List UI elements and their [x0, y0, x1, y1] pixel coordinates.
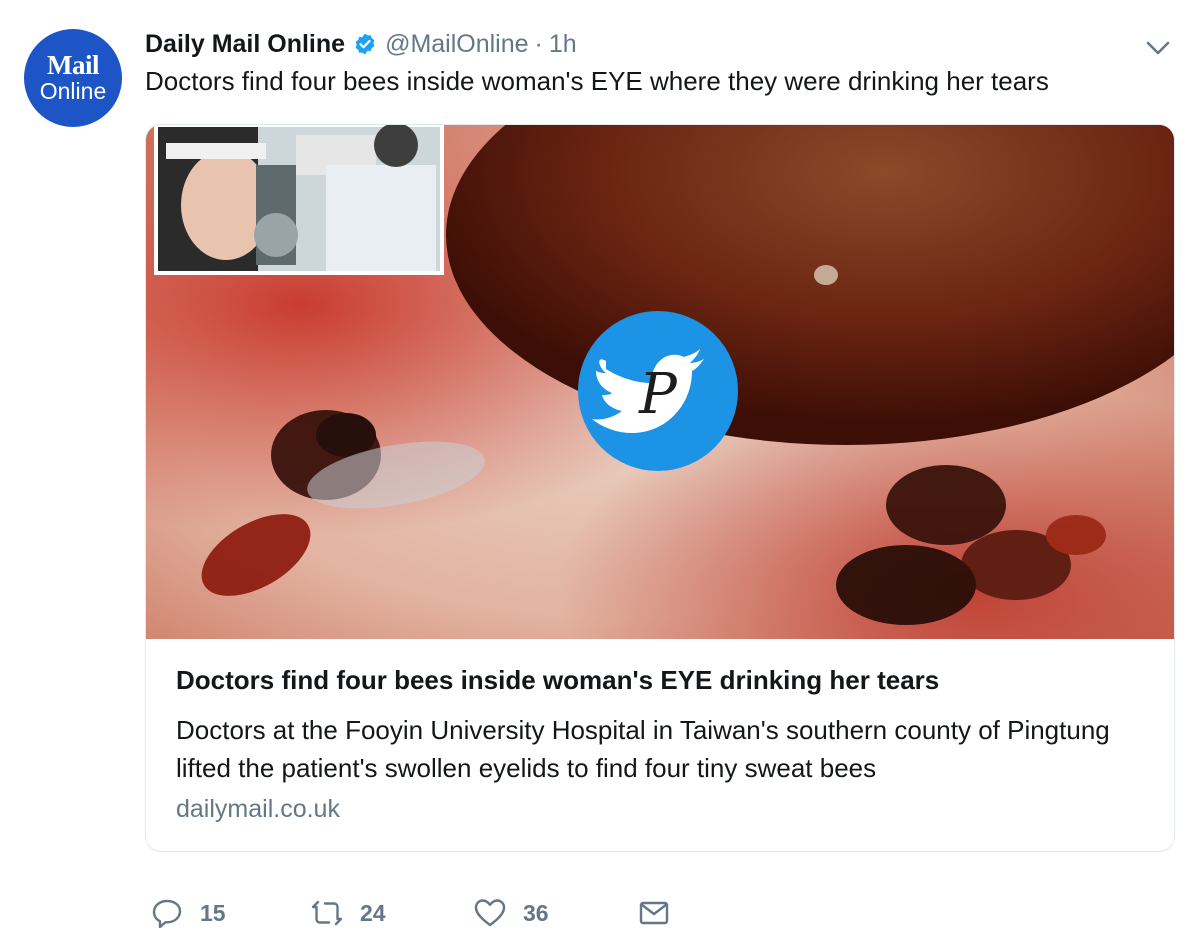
envelope-icon	[639, 901, 669, 925]
card-domain: dailymail.co.uk	[176, 795, 340, 823]
tweet[interactable]: Mail Online Daily Mail Online @MailOnlin…	[0, 0, 1200, 951]
watermark-logo-icon: P	[578, 311, 738, 471]
tweet-text: Doctors find four bees inside woman's EY…	[145, 66, 1049, 96]
avatar[interactable]: Mail Online	[24, 29, 122, 127]
chevron-down-icon[interactable]	[1143, 36, 1173, 60]
card-description: Doctors at the Fooyin University Hospita…	[176, 715, 1110, 783]
verified-badge-icon	[355, 33, 375, 55]
heart-icon	[474, 899, 506, 927]
author-handle[interactable]: @MailOnline	[385, 30, 528, 59]
like-count: 36	[523, 899, 549, 926]
author-name[interactable]: Daily Mail Online	[145, 30, 345, 59]
tweet-timestamp[interactable]: 1h	[549, 30, 577, 59]
retweet-icon	[311, 900, 343, 926]
retweet-button[interactable]: 24	[310, 895, 386, 931]
tweet-header: Daily Mail Online @MailOnline · 1h	[145, 28, 577, 60]
avatar-logo-line1: Mail	[47, 50, 100, 80]
reply-count: 15	[200, 899, 226, 926]
direct-message-button[interactable]	[637, 895, 671, 931]
card-title[interactable]: Doctors find four bees inside woman's EY…	[176, 665, 939, 696]
link-card[interactable]: P Doctors find four bees inside woman's …	[145, 124, 1175, 852]
reply-icon	[152, 899, 182, 929]
like-button[interactable]: 36	[473, 895, 549, 931]
watermark-letter: P	[638, 362, 678, 427]
retweet-count: 24	[360, 899, 386, 926]
reply-button[interactable]: 15	[150, 895, 226, 931]
separator-dot: ·	[534, 29, 543, 58]
card-image[interactable]: P	[146, 125, 1174, 639]
avatar-logo-line2: Online	[39, 78, 107, 104]
